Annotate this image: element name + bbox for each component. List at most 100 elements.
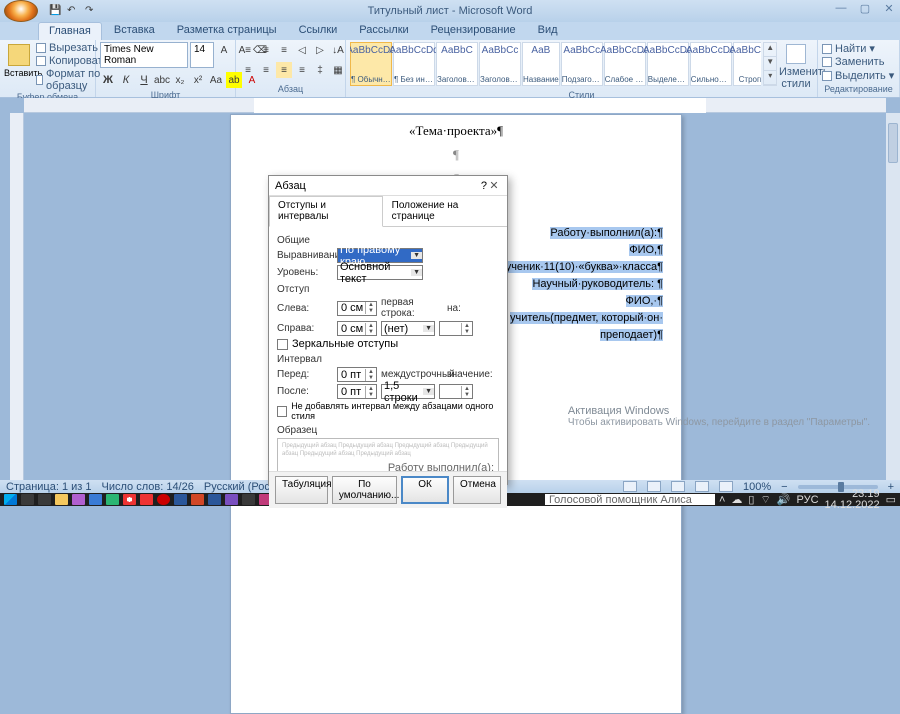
tb-calc-icon[interactable]	[208, 494, 221, 505]
redo-icon[interactable]: ↷	[84, 4, 98, 18]
tb-app3-icon[interactable]	[242, 494, 255, 505]
tb-explorer-icon[interactable]	[55, 494, 68, 505]
tabs-button[interactable]: Табуляция...	[275, 476, 328, 504]
justify-button[interactable]: ≡	[294, 62, 310, 78]
style-item[interactable]: AaBbCcDdВыделение	[647, 42, 689, 86]
tray-onedrive-icon[interactable]: ☁	[731, 493, 742, 506]
select-button[interactable]: Выделить ▾	[822, 69, 894, 82]
maximize-button[interactable]: ▢	[858, 2, 872, 15]
status-page[interactable]: Страница: 1 из 1	[6, 481, 92, 493]
dialog-tab-position[interactable]: Положение на странице	[383, 196, 507, 226]
style-item[interactable]: AaBbCcDdСлабое вы...	[604, 42, 646, 86]
indent-left-spin[interactable]: 0 см▲▼	[337, 301, 377, 316]
undo-icon[interactable]: ↶	[66, 4, 80, 18]
tb-search-icon[interactable]	[21, 494, 34, 505]
tray-wifi-icon[interactable]: ⌔	[760, 493, 770, 507]
no-space-check[interactable]	[277, 406, 287, 417]
mirror-indents-check[interactable]	[277, 339, 288, 350]
close-button[interactable]: ✕	[882, 2, 896, 15]
align-left-button[interactable]: ≡	[240, 62, 256, 78]
underline-button[interactable]: Ч	[136, 72, 152, 88]
tab-home[interactable]: Главная	[38, 22, 102, 40]
align-center-button[interactable]: ≡	[258, 62, 274, 78]
change-styles-button[interactable]: Изменить стили	[779, 42, 813, 90]
default-button[interactable]: По умолчанию...	[332, 476, 397, 504]
tab-mailings[interactable]: Рассылки	[349, 22, 418, 40]
ruler-vertical[interactable]	[10, 113, 24, 480]
shading-button[interactable]: ▦	[330, 62, 346, 78]
tb-mail-icon[interactable]	[89, 494, 102, 505]
tab-layout[interactable]: Разметка страницы	[167, 22, 287, 40]
paste-button[interactable]: Вставить	[4, 42, 34, 78]
align-right-button[interactable]: ≡	[276, 62, 292, 78]
taskbar-search[interactable]: Голосовой помощник Алиса	[545, 494, 715, 505]
tab-view[interactable]: Вид	[528, 22, 568, 40]
dialog-close-button[interactable]: ✕	[487, 179, 501, 192]
dialog-tab-indents[interactable]: Отступы и интервалы	[269, 196, 383, 227]
numbering-button[interactable]: ≡	[258, 42, 274, 58]
style-item[interactable]: AaBbCcDdСильное в...	[690, 42, 732, 86]
indent-right-spin[interactable]: 0 см▲▼	[337, 321, 377, 336]
tb-word-icon[interactable]	[174, 494, 187, 505]
outline-level-combo[interactable]: Основной текст▼	[337, 265, 423, 280]
multilevel-button[interactable]: ≡	[276, 42, 292, 58]
font-size-combo[interactable]: 14	[190, 42, 214, 68]
style-item[interactable]: AaBbCcПодзаголо...	[561, 42, 603, 86]
tb-chrome-icon[interactable]	[123, 494, 136, 505]
style-gallery[interactable]: AaBbCcDd¶ ОбычныйAaBbCcDd¶ Без интер...A…	[350, 42, 761, 86]
indent-inc-button[interactable]: ▷	[312, 42, 328, 58]
find-button[interactable]: Найти ▾	[822, 42, 894, 55]
bullets-button[interactable]: ≡	[240, 42, 256, 58]
subscript-button[interactable]: x₂	[172, 72, 188, 88]
save-icon[interactable]: 💾	[48, 4, 62, 18]
tb-app-icon[interactable]	[72, 494, 85, 505]
sort-button[interactable]: ↓A	[330, 42, 346, 58]
view-web[interactable]	[671, 481, 685, 492]
tab-review[interactable]: Рецензирование	[421, 22, 526, 40]
style-item[interactable]: AaBbCЗаголовок 1	[436, 42, 478, 86]
tb-opera-icon[interactable]	[140, 494, 153, 505]
superscript-button[interactable]: x²	[190, 72, 206, 88]
tb-app2-icon[interactable]	[225, 494, 238, 505]
space-before-spin[interactable]: 0 пт▲▼	[337, 367, 377, 382]
vertical-scrollbar[interactable]	[886, 113, 900, 480]
bold-button[interactable]: Ж	[100, 72, 116, 88]
font-name-combo[interactable]: Times New Roman	[100, 42, 188, 68]
start-button[interactable]	[4, 494, 17, 505]
tray-chevron-icon[interactable]: ˄	[719, 494, 725, 506]
tb-yandex-icon[interactable]	[157, 494, 170, 505]
office-button[interactable]	[4, 0, 38, 22]
ruler-horizontal[interactable]	[24, 98, 886, 113]
grow-font-icon[interactable]: A	[216, 42, 232, 58]
style-scroll[interactable]: ▲▼▾	[763, 42, 777, 86]
cancel-button[interactable]: Отмена	[453, 476, 501, 504]
tray-notifications-icon[interactable]: ▭	[886, 493, 896, 506]
style-item[interactable]: AaBНазвание	[522, 42, 560, 86]
tb-edge-icon[interactable]	[106, 494, 119, 505]
tray-lang[interactable]: РУС	[797, 494, 819, 506]
tray-clock[interactable]: 23:1914.12.2022	[825, 489, 880, 511]
style-item[interactable]: AaBbCcDd¶ Обычный	[350, 42, 392, 86]
view-outline[interactable]	[695, 481, 709, 492]
text-effects-button[interactable]: Aa	[208, 72, 224, 88]
style-item[interactable]: AaBbCcDd¶ Без интер...	[393, 42, 435, 86]
tab-insert[interactable]: Вставка	[104, 22, 165, 40]
tray-volume-icon[interactable]: 🔊	[777, 493, 791, 506]
minimize-button[interactable]: —	[834, 2, 848, 15]
style-item[interactable]: AaBbCcDcСтрогий	[733, 42, 762, 86]
first-line-combo[interactable]: (нет)▼	[381, 321, 435, 336]
ok-button[interactable]: ОК	[401, 476, 449, 504]
line-spacing-at-spin[interactable]: ▲▼	[439, 384, 473, 399]
status-words[interactable]: Число слов: 14/26	[102, 481, 194, 493]
style-item[interactable]: AaBbCcЗаголовок 2	[479, 42, 521, 86]
view-print-layout[interactable]	[623, 481, 637, 492]
tray-battery-icon[interactable]: ▯	[748, 493, 754, 506]
italic-button[interactable]: К	[118, 72, 134, 88]
tb-taskview-icon[interactable]	[38, 494, 51, 505]
line-spacing-button[interactable]: ‡	[312, 62, 328, 78]
line-spacing-combo[interactable]: 1,5 строки▼	[381, 384, 435, 399]
tb-ppt-icon[interactable]	[191, 494, 204, 505]
indent-dec-button[interactable]: ◁	[294, 42, 310, 58]
tab-references[interactable]: Ссылки	[289, 22, 348, 40]
space-after-spin[interactable]: 0 пт▲▼	[337, 384, 377, 399]
